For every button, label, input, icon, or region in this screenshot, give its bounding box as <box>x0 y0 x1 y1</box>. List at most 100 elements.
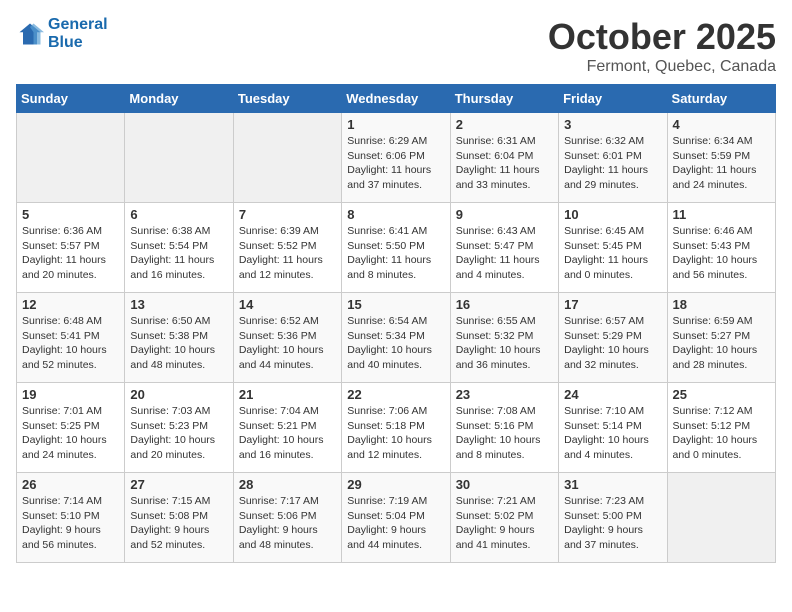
calendar-cell: 16Sunrise: 6:55 AM Sunset: 5:32 PM Dayli… <box>450 293 558 383</box>
calendar-cell: 1 Sunrise: 6:29 AM Sunset: 6:06 PM Daylig… <box>342 113 450 203</box>
day-info: Sunrise: 6:57 AM Sunset: 5:29 PM Dayligh… <box>564 314 661 373</box>
day-number: 30 <box>456 477 553 492</box>
day-number: 24 <box>564 387 661 402</box>
day-number: 27 <box>130 477 227 492</box>
calendar-cell <box>125 113 233 203</box>
calendar-cell: 14 Sunrise: 6:52 AM Sunset: 5:36 PM Dayli… <box>233 293 341 383</box>
calendar-cell: 25 Sunrise: 7:12 AM Sunset: 5:12 PM Dayli… <box>667 383 775 473</box>
header-row: SundayMondayTuesdayWednesdayThursdayFrid… <box>17 85 776 113</box>
calendar-cell: 17Sunrise: 6:57 AM Sunset: 5:29 PM Dayli… <box>559 293 667 383</box>
day-number: 12 <box>22 297 119 312</box>
logo-text: General Blue <box>48 16 108 52</box>
day-number: 22 <box>347 387 444 402</box>
week-row-1: 1 Sunrise: 6:29 AM Sunset: 6:06 PM Daylig… <box>17 113 776 203</box>
day-info: Sunrise: 6:34 AM Sunset: 5:59 PM Dayligh… <box>673 134 770 193</box>
day-number: 11 <box>673 207 770 222</box>
calendar-cell: 3Sunrise: 6:32 AM Sunset: 6:01 PM Daylig… <box>559 113 667 203</box>
calendar-cell: 9 Sunrise: 6:43 AM Sunset: 5:47 PM Daylig… <box>450 203 558 293</box>
calendar-cell <box>17 113 125 203</box>
logo-icon <box>16 20 44 48</box>
calendar-cell: 29 Sunrise: 7:19 AM Sunset: 5:04 PM Dayli… <box>342 473 450 563</box>
day-info: Sunrise: 7:08 AM Sunset: 5:16 PM Dayligh… <box>456 404 553 463</box>
calendar-cell: 8Sunrise: 6:41 AM Sunset: 5:50 PM Daylig… <box>342 203 450 293</box>
title-block: October 2025 Fermont, Quebec, Canada <box>548 16 776 76</box>
page-header: General Blue October 2025 Fermont, Quebe… <box>16 16 776 76</box>
logo: General Blue <box>16 16 108 52</box>
calendar-cell: 2Sunrise: 6:31 AM Sunset: 6:04 PM Daylig… <box>450 113 558 203</box>
day-info: Sunrise: 6:43 AM Sunset: 5:47 PM Dayligh… <box>456 224 553 283</box>
day-number: 6 <box>130 207 227 222</box>
day-number: 1 <box>347 117 444 132</box>
week-row-4: 19 Sunrise: 7:01 AM Sunset: 5:25 PM Dayli… <box>17 383 776 473</box>
day-number: 18 <box>673 297 770 312</box>
calendar-cell: 31 Sunrise: 7:23 AM Sunset: 5:00 PM Dayli… <box>559 473 667 563</box>
day-number: 13 <box>130 297 227 312</box>
calendar-cell <box>667 473 775 563</box>
calendar-cell: 11 Sunrise: 6:46 AM Sunset: 5:43 PM Dayli… <box>667 203 775 293</box>
day-number: 7 <box>239 207 336 222</box>
calendar-cell: 15Sunrise: 6:54 AM Sunset: 5:34 PM Dayli… <box>342 293 450 383</box>
calendar-cell: 20 Sunrise: 7:03 AM Sunset: 5:23 PM Dayli… <box>125 383 233 473</box>
day-info: Sunrise: 7:04 AM Sunset: 5:21 PM Dayligh… <box>239 404 336 463</box>
day-info: Sunrise: 6:29 AM Sunset: 6:06 PM Dayligh… <box>347 134 444 193</box>
calendar-table: SundayMondayTuesdayWednesdayThursdayFrid… <box>16 84 776 563</box>
day-number: 25 <box>673 387 770 402</box>
day-info: Sunrise: 6:38 AM Sunset: 5:54 PM Dayligh… <box>130 224 227 283</box>
day-info: Sunrise: 6:46 AM Sunset: 5:43 PM Dayligh… <box>673 224 770 283</box>
day-info: Sunrise: 7:15 AM Sunset: 5:08 PM Dayligh… <box>130 494 227 553</box>
header-friday: Friday <box>559 85 667 113</box>
calendar-cell: 22 Sunrise: 7:06 AM Sunset: 5:18 PM Dayli… <box>342 383 450 473</box>
calendar-cell: 13 Sunrise: 6:50 AM Sunset: 5:38 PM Dayli… <box>125 293 233 383</box>
day-info: Sunrise: 6:54 AM Sunset: 5:34 PM Dayligh… <box>347 314 444 373</box>
day-info: Sunrise: 6:59 AM Sunset: 5:27 PM Dayligh… <box>673 314 770 373</box>
calendar-cell: 19 Sunrise: 7:01 AM Sunset: 5:25 PM Dayli… <box>17 383 125 473</box>
header-tuesday: Tuesday <box>233 85 341 113</box>
header-sunday: Sunday <box>17 85 125 113</box>
day-info: Sunrise: 6:45 AM Sunset: 5:45 PM Dayligh… <box>564 224 661 283</box>
calendar-cell: 30 Sunrise: 7:21 AM Sunset: 5:02 PM Dayli… <box>450 473 558 563</box>
calendar-cell: 24Sunrise: 7:10 AM Sunset: 5:14 PM Dayli… <box>559 383 667 473</box>
day-info: Sunrise: 6:39 AM Sunset: 5:52 PM Dayligh… <box>239 224 336 283</box>
day-info: Sunrise: 7:06 AM Sunset: 5:18 PM Dayligh… <box>347 404 444 463</box>
calendar-subtitle: Fermont, Quebec, Canada <box>548 58 776 76</box>
calendar-cell: 4 Sunrise: 6:34 AM Sunset: 5:59 PM Daylig… <box>667 113 775 203</box>
calendar-cell: 10 Sunrise: 6:45 AM Sunset: 5:45 PM Dayli… <box>559 203 667 293</box>
day-number: 10 <box>564 207 661 222</box>
day-number: 19 <box>22 387 119 402</box>
calendar-cell: 26Sunrise: 7:14 AM Sunset: 5:10 PM Dayli… <box>17 473 125 563</box>
day-number: 29 <box>347 477 444 492</box>
day-info: Sunrise: 6:50 AM Sunset: 5:38 PM Dayligh… <box>130 314 227 373</box>
day-info: Sunrise: 7:14 AM Sunset: 5:10 PM Dayligh… <box>22 494 119 553</box>
day-number: 31 <box>564 477 661 492</box>
week-row-2: 5 Sunrise: 6:36 AM Sunset: 5:57 PM Daylig… <box>17 203 776 293</box>
day-info: Sunrise: 7:03 AM Sunset: 5:23 PM Dayligh… <box>130 404 227 463</box>
calendar-cell: 21Sunrise: 7:04 AM Sunset: 5:21 PM Dayli… <box>233 383 341 473</box>
day-number: 28 <box>239 477 336 492</box>
calendar-cell: 12 Sunrise: 6:48 AM Sunset: 5:41 PM Dayli… <box>17 293 125 383</box>
day-info: Sunrise: 6:48 AM Sunset: 5:41 PM Dayligh… <box>22 314 119 373</box>
day-number: 4 <box>673 117 770 132</box>
day-info: Sunrise: 7:23 AM Sunset: 5:00 PM Dayligh… <box>564 494 661 553</box>
day-number: 9 <box>456 207 553 222</box>
week-row-5: 26Sunrise: 7:14 AM Sunset: 5:10 PM Dayli… <box>17 473 776 563</box>
day-info: Sunrise: 7:12 AM Sunset: 5:12 PM Dayligh… <box>673 404 770 463</box>
header-wednesday: Wednesday <box>342 85 450 113</box>
calendar-cell: 6 Sunrise: 6:38 AM Sunset: 5:54 PM Daylig… <box>125 203 233 293</box>
header-thursday: Thursday <box>450 85 558 113</box>
day-info: Sunrise: 6:52 AM Sunset: 5:36 PM Dayligh… <box>239 314 336 373</box>
day-number: 2 <box>456 117 553 132</box>
week-row-3: 12 Sunrise: 6:48 AM Sunset: 5:41 PM Dayli… <box>17 293 776 383</box>
header-monday: Monday <box>125 85 233 113</box>
calendar-cell: 7 Sunrise: 6:39 AM Sunset: 5:52 PM Daylig… <box>233 203 341 293</box>
day-number: 16 <box>456 297 553 312</box>
calendar-cell: 23Sunrise: 7:08 AM Sunset: 5:16 PM Dayli… <box>450 383 558 473</box>
day-info: Sunrise: 7:21 AM Sunset: 5:02 PM Dayligh… <box>456 494 553 553</box>
day-number: 8 <box>347 207 444 222</box>
day-info: Sunrise: 6:36 AM Sunset: 5:57 PM Dayligh… <box>22 224 119 283</box>
day-number: 20 <box>130 387 227 402</box>
day-info: Sunrise: 7:01 AM Sunset: 5:25 PM Dayligh… <box>22 404 119 463</box>
day-number: 5 <box>22 207 119 222</box>
day-info: Sunrise: 7:19 AM Sunset: 5:04 PM Dayligh… <box>347 494 444 553</box>
day-number: 14 <box>239 297 336 312</box>
calendar-cell: 27 Sunrise: 7:15 AM Sunset: 5:08 PM Dayli… <box>125 473 233 563</box>
